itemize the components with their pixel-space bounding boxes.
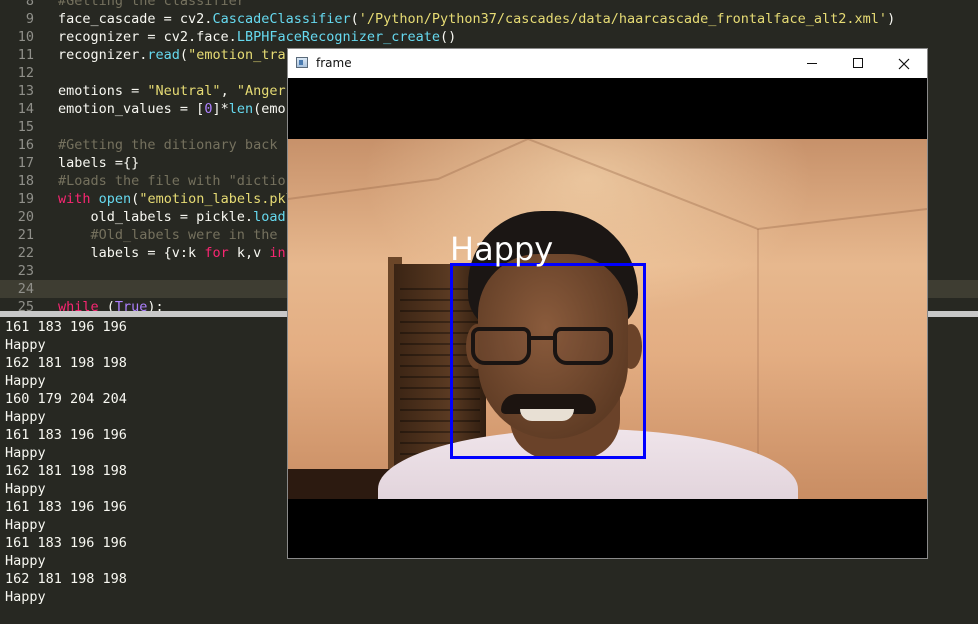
code-text: #Getting the ditionary back — [58, 136, 277, 154]
code-token: ]* — [212, 101, 229, 117]
face-detection-box — [450, 263, 646, 459]
window-title: frame — [316, 56, 352, 70]
line-number: 18 — [17, 173, 34, 189]
code-token: face_cascade = cv2. — [58, 11, 213, 27]
console-line: 161 183 196 196 — [5, 499, 127, 515]
code-line[interactable]: 8 #Getting the classifier — [0, 0, 978, 10]
code-token: load — [253, 209, 286, 225]
console-line: 161 183 196 196 — [5, 427, 127, 443]
webcam-feed: Happy — [288, 139, 927, 499]
minimize-button[interactable] — [789, 49, 835, 78]
code-token: "emotion_labels.pkl — [139, 191, 294, 207]
code-token: ( — [179, 47, 189, 63]
code-token: for — [204, 245, 229, 261]
code-token: recognizer. — [58, 47, 148, 63]
code-text: while (True): — [58, 298, 164, 312]
console-line: 162 181 198 198 — [5, 355, 127, 371]
line-number: 12 — [17, 65, 34, 81]
line-number: 11 — [17, 47, 34, 63]
code-text: with open("emotion_labels.pkl — [58, 190, 294, 208]
close-icon — [898, 58, 910, 70]
code-token: labels = {v:k — [58, 245, 205, 261]
maximize-button[interactable] — [835, 49, 881, 78]
console-line: 161 183 196 196 — [5, 535, 127, 551]
line-number: 17 — [17, 155, 34, 171]
code-token: "Anger — [236, 83, 286, 99]
code-text: #Old_labels were in the — [58, 226, 278, 244]
code-line[interactable]: 10 recognizer = cv2.face.LBPHFaceRecogniz… — [0, 28, 978, 46]
code-token: ( — [350, 11, 359, 27]
frame-window[interactable]: frame Happy — [287, 48, 928, 559]
code-token: len — [228, 101, 254, 117]
code-token: old_labels = pickle. — [58, 209, 254, 225]
code-text: #Getting the classifier — [58, 0, 245, 10]
line-number: 20 — [17, 209, 34, 225]
console-line: Happy — [5, 517, 46, 533]
line-number: 24 — [17, 281, 34, 297]
window-titlebar[interactable]: frame — [288, 49, 927, 78]
close-button[interactable] — [881, 49, 927, 78]
line-number: 16 — [17, 137, 34, 153]
code-token: CascadeClassifier — [212, 11, 351, 27]
line-number: 9 — [25, 11, 34, 27]
code-token: open — [98, 191, 132, 207]
console-line: Happy — [5, 589, 46, 605]
console-line: 162 181 198 198 — [5, 571, 127, 587]
code-token: #Getting the classifier — [58, 0, 245, 9]
code-token: '/Python/Python37/cascades/data/haarcasc… — [358, 11, 888, 27]
code-token: with — [58, 191, 91, 207]
console-line: 160 179 204 204 — [5, 391, 127, 407]
line-number: 15 — [17, 119, 34, 135]
line-number: 19 — [17, 191, 34, 207]
console-line: Happy — [5, 445, 46, 461]
code-token: , — [220, 83, 237, 99]
app-window-icon — [296, 57, 308, 68]
console-line: Happy — [5, 409, 46, 425]
console-line: Happy — [5, 373, 46, 389]
console-line: Happy — [5, 337, 46, 353]
console-line: 162 181 198 198 — [5, 463, 127, 479]
code-token: () — [440, 29, 457, 45]
code-text: #Loads the file with "dictio — [58, 172, 286, 190]
line-number: 22 — [17, 245, 34, 261]
console-line: Happy — [5, 553, 46, 569]
emotion-label: Happy — [450, 230, 554, 268]
code-token: read — [147, 47, 180, 63]
code-token: "emotion_tra — [188, 47, 286, 63]
console-line: 161 183 196 196 — [5, 319, 127, 335]
code-text: recognizer = cv2.face.LBPHFaceRecognizer… — [58, 28, 456, 46]
code-line[interactable]: 9 face_cascade = cv2.CascadeClassifier('/… — [0, 10, 978, 28]
code-text: labels = {v:k for k,v in — [58, 244, 286, 262]
line-number: 25 — [17, 299, 34, 312]
code-text: labels ={} — [58, 154, 139, 172]
line-number: 10 — [17, 29, 34, 45]
code-token: labels ={} — [58, 155, 140, 171]
line-number: 8 — [25, 0, 34, 9]
code-token: (emo — [253, 101, 286, 117]
code-text: recognizer.read("emotion_tra — [58, 46, 286, 64]
code-token: #Loads the file with "dictio — [58, 173, 286, 189]
line-number: 13 — [17, 83, 34, 99]
code-token: emotion_values = [ — [58, 101, 205, 117]
line-number: 14 — [17, 101, 34, 117]
code-token: recognizer = cv2.face. — [58, 29, 237, 45]
code-text: emotion_values = [0]*len(emo — [58, 100, 286, 118]
code-token: k,v — [228, 245, 270, 261]
code-token: #Old_labels were in the — [58, 227, 278, 243]
code-token: LBPHFaceRecognizer_create — [236, 29, 441, 45]
code-text: emotions = "Neutral", "Anger — [58, 82, 286, 100]
line-number: 23 — [17, 263, 34, 279]
code-token: in — [269, 245, 286, 261]
console-line: Happy — [5, 481, 46, 497]
code-text: face_cascade = cv2.CascadeClassifier('/P… — [58, 10, 895, 28]
code-token: emotions = — [58, 83, 148, 99]
code-token: #Getting the ditionary back — [58, 137, 278, 153]
code-token: "Neutral" — [147, 83, 221, 99]
code-text: old_labels = pickle.load — [58, 208, 286, 226]
line-number: 21 — [17, 227, 34, 243]
code-token: ) — [887, 11, 896, 27]
